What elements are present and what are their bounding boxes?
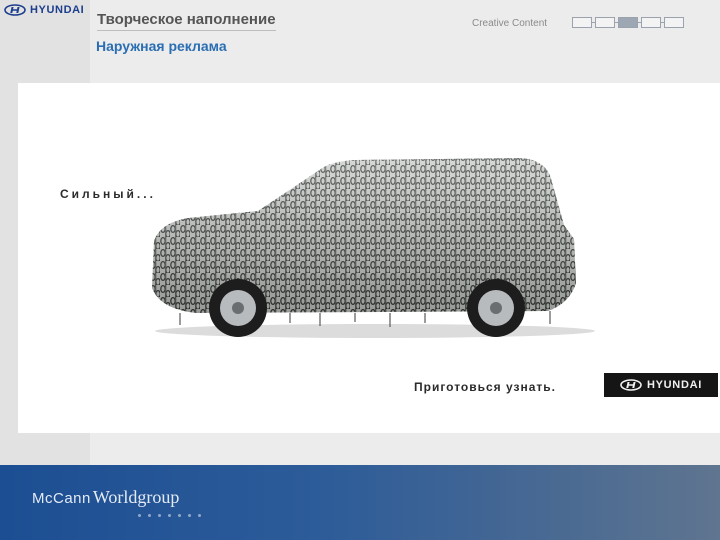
breadcrumb-step-2[interactable]: [595, 17, 618, 28]
agency-mccann-text: McCann: [32, 490, 91, 507]
ad-call-to-action: Приготовься узнать.: [414, 380, 557, 394]
page-title: Творческое наполнение: [97, 11, 276, 31]
hyundai-emblem-icon: [4, 4, 26, 16]
hyundai-emblem-icon: [620, 379, 642, 391]
car-image: [140, 153, 600, 348]
hyundai-header-logo: HYUNDAI: [4, 2, 90, 18]
breadcrumb-steps: [572, 17, 687, 28]
ad-brand-text: HYUNDAI: [646, 379, 702, 391]
chain-covered-suv-illustration: [152, 158, 595, 338]
agency-worldgroup-text: Worldgroup: [92, 487, 180, 507]
breadcrumb-step-4[interactable]: [641, 17, 664, 28]
breadcrumb-step-5[interactable]: [664, 17, 684, 28]
mccann-worldgroup-logo: McCann Worldgroup: [32, 487, 179, 508]
billboard-ad: Сильный... Приготовься узнать. HYUNDAI: [18, 83, 720, 433]
ad-tagline: Сильный...: [60, 187, 156, 201]
footer-bar: McCann Worldgroup: [0, 465, 720, 540]
header-brand-text: HYUNDAI: [30, 4, 85, 16]
breadcrumb-label: Creative Content: [472, 18, 548, 29]
footer-dots-decoration: [138, 514, 201, 517]
ad-brand-logo: HYUNDAI: [604, 373, 718, 397]
breadcrumb-step-3[interactable]: [618, 17, 641, 28]
page-subtitle: Наружная реклама: [96, 38, 227, 54]
breadcrumb-step-1[interactable]: [572, 17, 595, 28]
